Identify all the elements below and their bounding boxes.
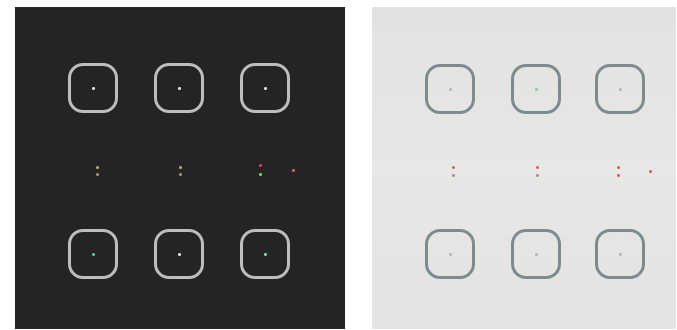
dark-button-top-center[interactable]: [154, 63, 204, 113]
light-button-bottom-center[interactable]: [511, 229, 561, 279]
led-indicator: [91, 86, 95, 90]
light-button-top-right[interactable]: [595, 64, 645, 114]
dark-button-bottom-right[interactable]: [240, 229, 290, 279]
led-indicator: [618, 252, 622, 256]
light-button-bottom-left[interactable]: [425, 229, 475, 279]
light-button-top-center[interactable]: [511, 64, 561, 114]
status-dot: [536, 174, 539, 177]
status-dot: [536, 166, 539, 169]
led-indicator: [263, 252, 267, 256]
status-dot: [452, 166, 455, 169]
status-dot: [649, 170, 652, 173]
light-button-top-left[interactable]: [425, 64, 475, 114]
led-indicator: [618, 87, 622, 91]
comparison-stage: [0, 0, 677, 330]
status-dot: [96, 173, 99, 176]
status-dot: [259, 173, 262, 176]
status-dot: [617, 166, 620, 169]
led-indicator: [448, 252, 452, 256]
status-dot: [452, 174, 455, 177]
dark-button-top-right[interactable]: [240, 63, 290, 113]
light-switch-panel: [372, 7, 676, 329]
led-indicator: [91, 252, 95, 256]
status-dot: [179, 166, 182, 169]
led-indicator: [534, 252, 538, 256]
led-indicator: [448, 87, 452, 91]
led-indicator: [534, 87, 538, 91]
led-indicator: [263, 86, 267, 90]
status-dot: [292, 169, 295, 172]
status-dot: [179, 173, 182, 176]
led-indicator: [177, 252, 181, 256]
dark-switch-panel: [15, 7, 345, 329]
dark-button-bottom-left[interactable]: [68, 229, 118, 279]
status-dot: [96, 166, 99, 169]
dark-button-top-left[interactable]: [68, 63, 118, 113]
light-button-bottom-right[interactable]: [595, 229, 645, 279]
dark-button-bottom-center[interactable]: [154, 229, 204, 279]
status-dot: [259, 164, 262, 167]
status-dot: [617, 174, 620, 177]
led-indicator: [177, 86, 181, 90]
